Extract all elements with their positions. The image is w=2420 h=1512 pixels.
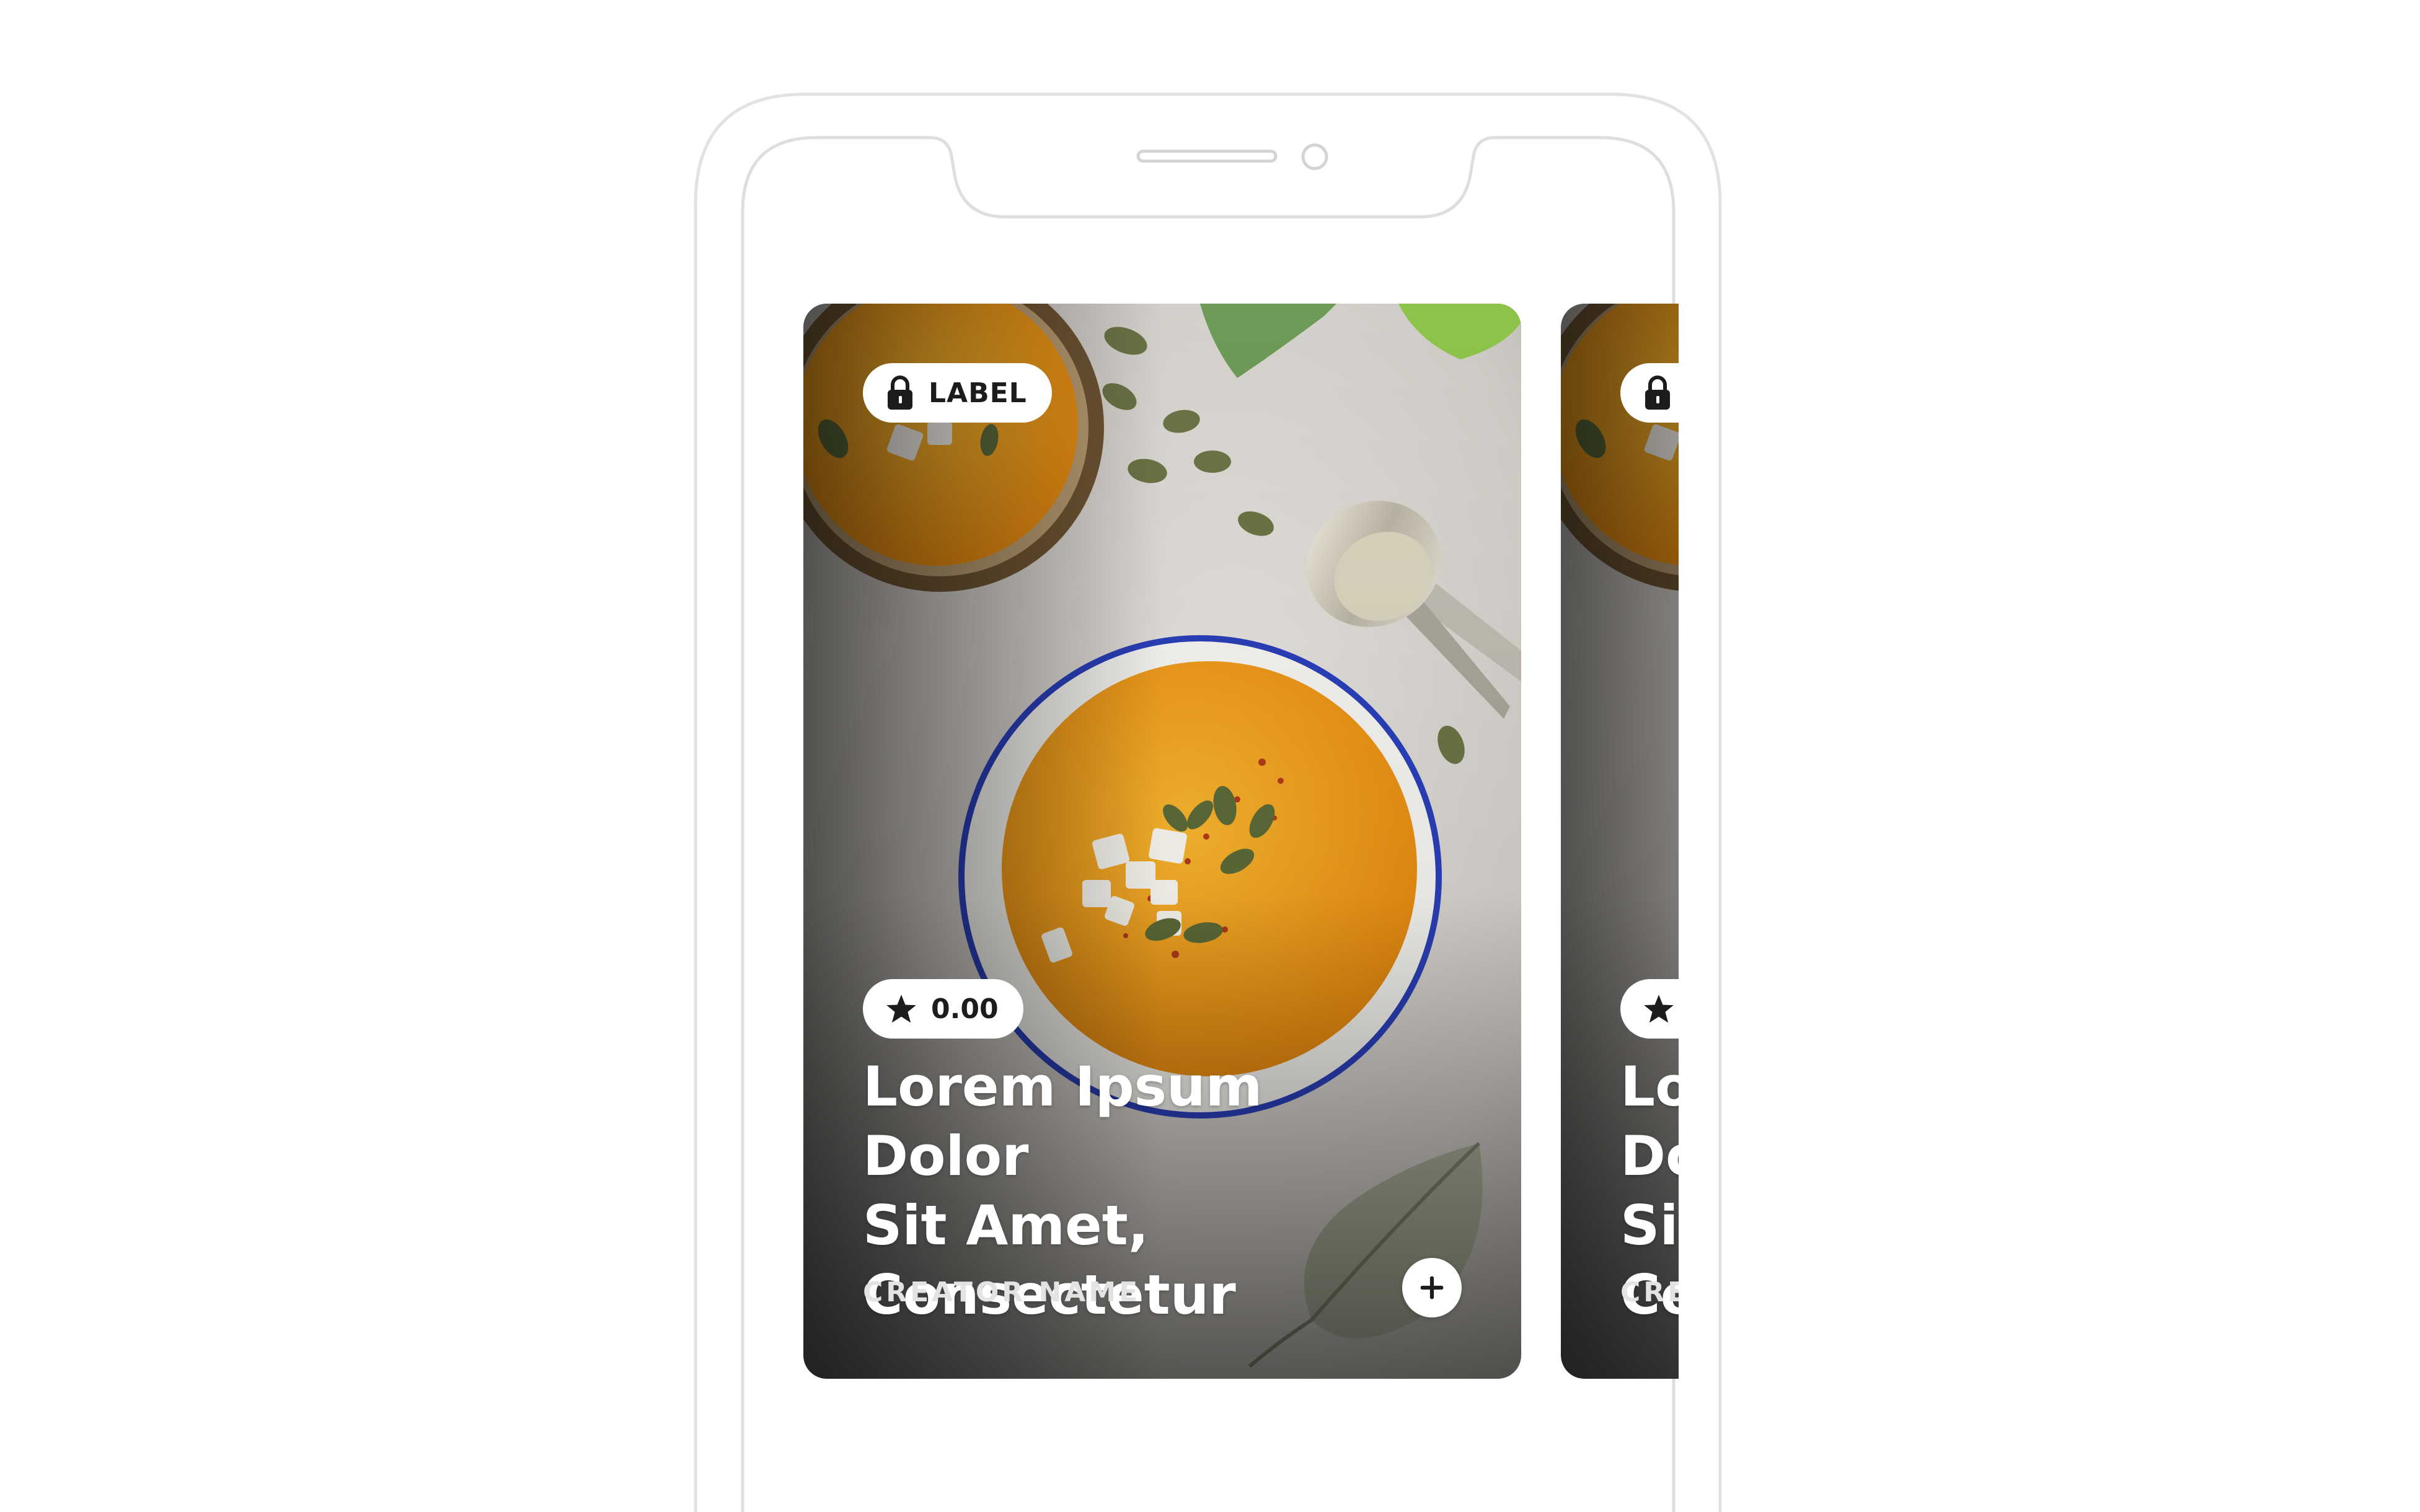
creator-name[interactable]: CREATOR NAME bbox=[863, 1277, 1141, 1308]
canvas: LABEL 0.00 Lorem Ipsum Dolor Sit Amet, C… bbox=[0, 0, 2420, 1512]
add-button[interactable] bbox=[1402, 1258, 1462, 1317]
star-icon bbox=[1644, 995, 1674, 1023]
label-badge-text: LABEL bbox=[929, 377, 1027, 409]
recipe-card-next-clip: LABEL 0.00 Lorem Ipsum Dolor Sit Amet, C… bbox=[1561, 304, 1679, 1379]
lock-icon bbox=[888, 376, 912, 410]
recipe-card[interactable]: LABEL 0.00 Lorem Ipsum Dolor Sit Amet, C… bbox=[803, 304, 1521, 1379]
recipe-title-line: Lorem Ipsum Dolor bbox=[863, 1055, 1263, 1188]
rating-badge: 0.00 bbox=[863, 979, 1023, 1039]
speaker-grille bbox=[1136, 149, 1278, 163]
rating-badge: 0.00 bbox=[1620, 979, 1679, 1039]
creator-name[interactable]: CREATOR NAME bbox=[1620, 1277, 1679, 1308]
lock-icon bbox=[1645, 376, 1670, 410]
rating-value: 0.00 bbox=[931, 993, 999, 1025]
recipe-card-next[interactable]: LABEL 0.00 Lorem Ipsum Dolor Sit Amet, C… bbox=[1561, 304, 1679, 1379]
label-badge: LABEL bbox=[863, 363, 1052, 423]
recipe-title-line: Sit Amet, bbox=[863, 1193, 1149, 1257]
label-badge: LABEL bbox=[1620, 363, 1679, 423]
front-camera bbox=[1301, 143, 1328, 170]
star-icon bbox=[886, 995, 916, 1023]
recipe-title-line: Lorem Ipsum Dolor bbox=[1620, 1055, 1679, 1188]
recipe-title-line: Sit Amet, bbox=[1620, 1193, 1679, 1257]
plus-icon bbox=[1420, 1276, 1444, 1299]
